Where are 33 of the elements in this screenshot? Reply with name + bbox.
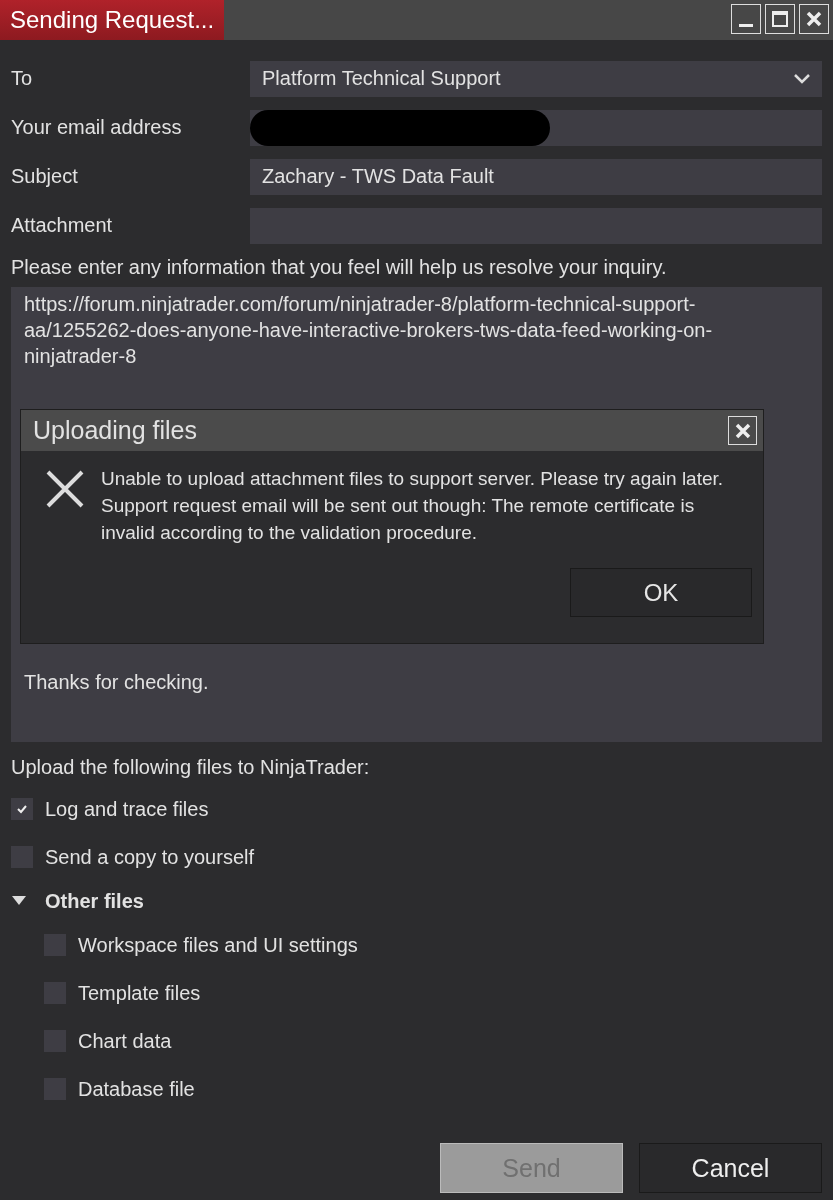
- window-title: Sending Request...: [0, 0, 225, 40]
- email-field[interactable]: [250, 109, 822, 146]
- field-label: Attachment: [11, 214, 114, 237]
- close-button[interactable]: [799, 4, 829, 34]
- checkbox-label: Log and trace files: [45, 797, 209, 821]
- upload-label: Upload the following files to NinjaTrader:: [11, 756, 371, 779]
- checkbox-label: Workspace files and UI settings: [78, 933, 358, 957]
- checkbox-label: Chart data: [78, 1029, 172, 1053]
- minimize-button[interactable]: [731, 4, 761, 34]
- checkbox-label: Template files: [78, 981, 201, 1005]
- chevron-down-icon: [794, 73, 810, 84]
- field-label: Your email address: [11, 116, 183, 139]
- recipient-dropdown[interactable]: Platform Technical Support: [250, 60, 822, 97]
- minimize-icon: [739, 23, 753, 27]
- cancel-button[interactable]: Cancel: [639, 1143, 822, 1193]
- dialog-title: Uploading files: [33, 416, 197, 445]
- message-paragraph: https://forum.ninjatrader.com/forum/ninjatrader-8/platform-technical-support-aa/1255262-does-anyone-have-interactive-brokers-tws-data-feed-working-on-ninjatrader-8: [24, 292, 714, 369]
- error-x-icon: [45, 469, 85, 509]
- error-message: Unable to upload attachment files to support server. Please try again later. Support request email will be sent out though: The remote certificate is invalid according to the validation procedure.: [101, 467, 725, 545]
- group-label: Other files: [45, 889, 144, 913]
- checkmark-icon: [16, 803, 28, 815]
- message-prompt: Please enter any information that you feel will help us resolve your inquiry.: [11, 256, 668, 279]
- checkbox-label: Database file: [78, 1077, 195, 1101]
- subject-field[interactable]: Zachary - TWS Data Fault: [250, 158, 822, 195]
- checkbox-label: Send a copy to yourself: [45, 845, 254, 869]
- field-label: Subject: [11, 165, 79, 188]
- checkbox[interactable]: [11, 798, 33, 820]
- message-paragraph: Thanks for checking.: [24, 670, 210, 695]
- maximize-button[interactable]: [765, 4, 795, 34]
- field-label: To: [11, 67, 34, 90]
- ok-button[interactable]: OK: [570, 568, 752, 617]
- close-button[interactable]: [728, 416, 757, 445]
- expand-triangle-icon[interactable]: [12, 896, 26, 906]
